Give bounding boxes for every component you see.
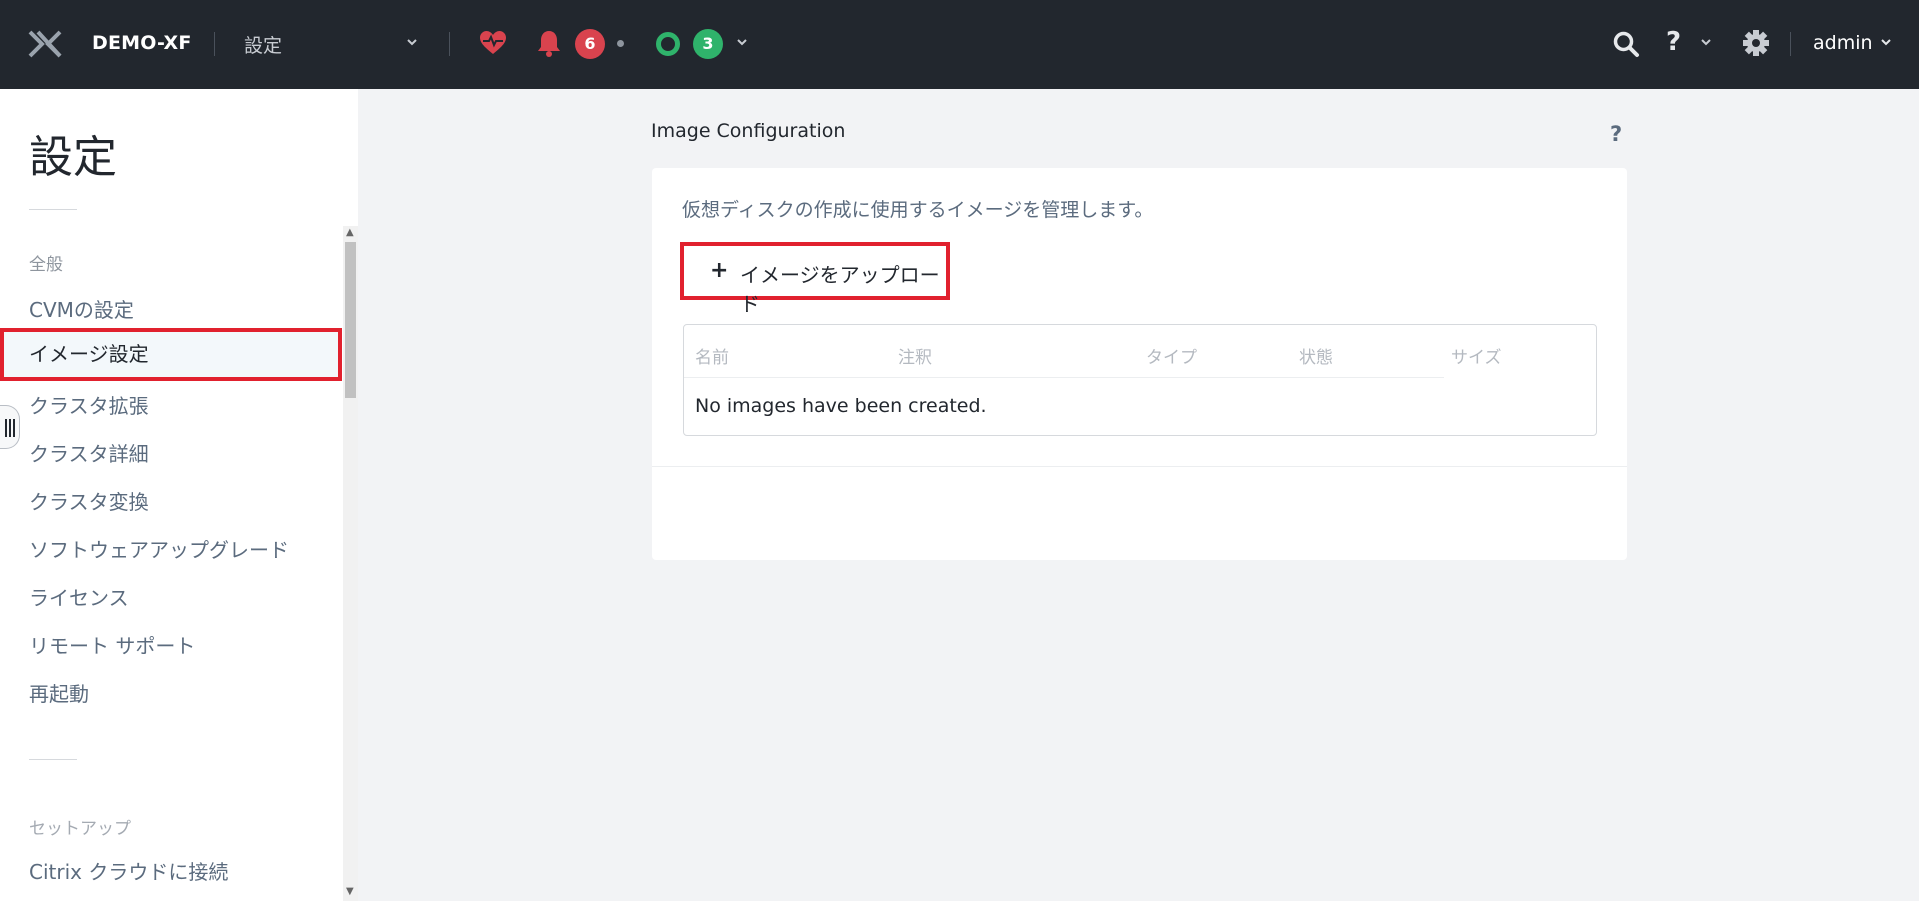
empty-table-message: No images have been created. — [695, 395, 987, 417]
divider — [29, 759, 77, 760]
plus-icon: + — [710, 258, 729, 283]
divider — [449, 32, 450, 56]
sidebar-scrollbar-thumb[interactable] — [345, 242, 356, 398]
column-header-state[interactable]: 状態 — [1299, 343, 1333, 368]
bell-icon[interactable] — [536, 29, 562, 57]
settings-sidebar: 設定 全般 CVMの設定 イメージ設定 クラスタ拡張 クラスタ詳細 クラスタ変換… — [0, 89, 358, 901]
page-title: Image Configuration — [651, 120, 846, 142]
alert-count-badge[interactable]: 6 — [575, 29, 605, 59]
sidebar-item-reboot[interactable]: 再起動 — [29, 678, 89, 707]
upload-image-button[interactable]: + イメージをアップロード — [680, 242, 950, 316]
scroll-down-arrow-icon[interactable]: ▼ — [346, 886, 354, 897]
grip-icon — [5, 419, 7, 437]
column-header-name[interactable]: 名前 — [695, 343, 729, 368]
sidebar-collapse-handle[interactable] — [0, 405, 20, 449]
divider — [214, 32, 215, 56]
column-header-size[interactable]: サイズ — [1451, 343, 1502, 368]
search-icon[interactable] — [1612, 30, 1640, 58]
sidebar-item-image-configuration[interactable]: イメージ設定 — [0, 328, 342, 381]
image-configuration-card: 仮想ディスクの作成に使用するイメージを管理します。 + イメージをアップロード … — [652, 168, 1627, 560]
images-table: 名前 注釈 タイプ 状態 サイズ No images have been cre… — [683, 324, 1597, 436]
sidebar-item-software-upgrade[interactable]: ソフトウェアアップグレード — [29, 534, 289, 563]
sidebar-item-cluster-expansion[interactable]: クラスタ拡張 — [29, 390, 149, 419]
scroll-up-arrow-icon[interactable]: ▲ — [346, 227, 354, 238]
upload-image-label: イメージをアップロード — [740, 263, 940, 316]
cluster-name[interactable]: DEMO-XF — [92, 32, 192, 54]
sidebar-item-citrix-cloud[interactable]: Citrix クラウドに接続 — [29, 856, 228, 885]
sidebar-title: 設定 — [29, 132, 117, 183]
separator-dot — [617, 40, 624, 47]
section-label-general: 全般 — [29, 255, 63, 275]
sidebar-item-cluster-details[interactable]: クラスタ詳細 — [29, 438, 149, 467]
chevron-down-icon[interactable] — [406, 37, 418, 47]
user-menu[interactable]: admin — [1813, 32, 1873, 54]
circle-status-icon[interactable] — [656, 32, 680, 56]
card-divider — [652, 466, 1627, 467]
section-label-setup: セットアップ — [29, 819, 131, 839]
top-navigation-bar: DEMO-XF 設定 6 3 ? admin — [0, 0, 1919, 89]
divider — [1790, 32, 1791, 56]
column-header-annotation[interactable]: 注釈 — [898, 343, 932, 368]
page-selector[interactable]: 設定 — [244, 31, 282, 58]
gear-icon[interactable] — [1742, 29, 1770, 57]
x-logo-icon[interactable] — [28, 30, 62, 58]
chevron-down-icon[interactable] — [1700, 37, 1712, 47]
chevron-down-icon[interactable] — [736, 37, 748, 47]
column-header-type[interactable]: タイプ — [1146, 343, 1197, 368]
chevron-down-icon[interactable] — [1880, 37, 1892, 47]
heart-pulse-icon[interactable] — [479, 30, 507, 56]
header-divider — [684, 377, 1444, 378]
help-icon[interactable]: ? — [1666, 27, 1681, 57]
sidebar-item-cvm-settings[interactable]: CVMの設定 — [29, 294, 134, 323]
sidebar-item-license[interactable]: ライセンス — [29, 582, 129, 611]
card-description: 仮想ディスクの作成に使用するイメージを管理します。 — [682, 199, 1154, 221]
task-count-badge[interactable]: 3 — [693, 29, 723, 59]
sidebar-item-remote-support[interactable]: リモート サポート — [29, 630, 195, 659]
divider — [29, 209, 77, 210]
help-icon[interactable]: ? — [1610, 122, 1622, 146]
sidebar-item-cluster-conversion[interactable]: クラスタ変換 — [29, 486, 149, 515]
